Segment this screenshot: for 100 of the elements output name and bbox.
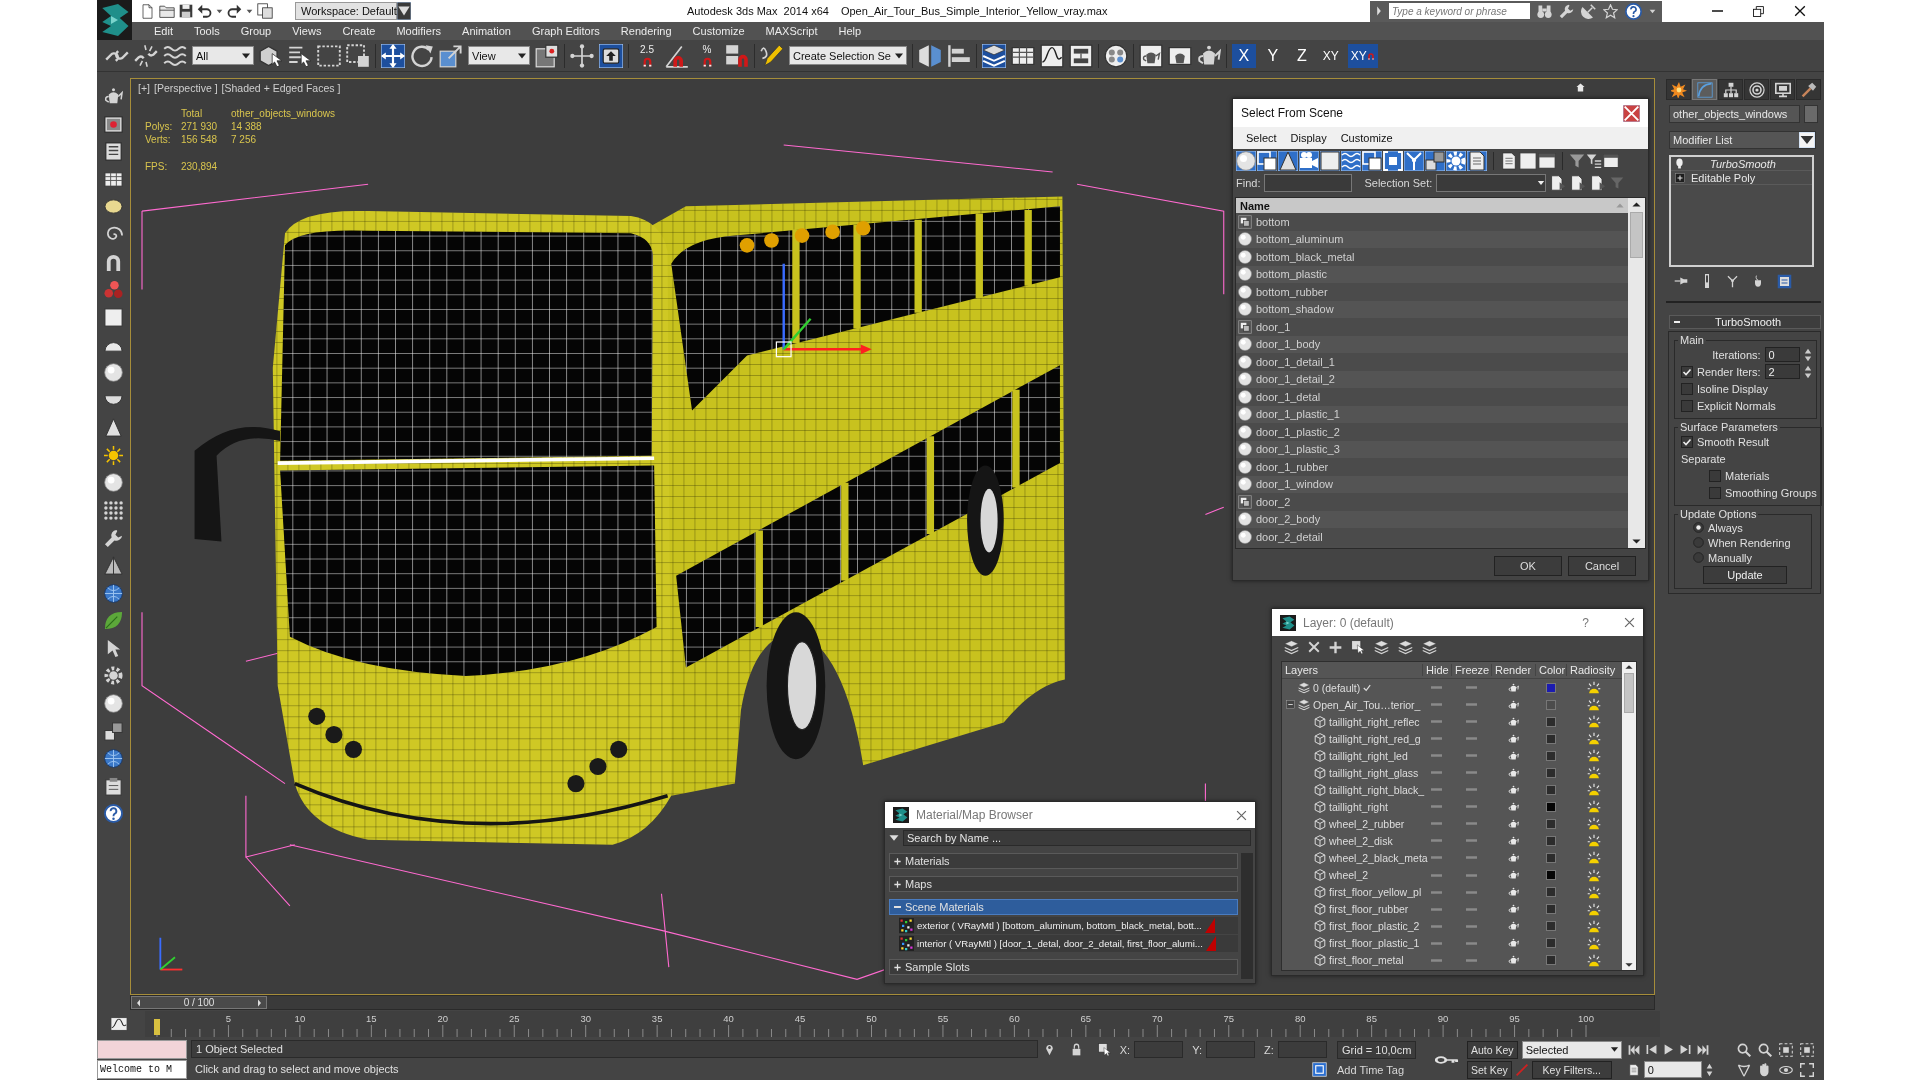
teapot-icon[interactable] xyxy=(1507,767,1519,778)
caret-icon[interactable] xyxy=(216,7,223,15)
teapot-icon[interactable] xyxy=(1507,921,1519,932)
scrollbar[interactable] xyxy=(1622,662,1636,970)
axis-constraint-button[interactable]: XY xyxy=(1318,43,1343,68)
menu-item[interactable]: MAXScript xyxy=(765,25,818,37)
checkbox[interactable] xyxy=(1681,399,1693,412)
down-arrow-icon[interactable] xyxy=(1625,962,1633,968)
star-icon[interactable] xyxy=(1603,3,1618,19)
teapot-icon[interactable] xyxy=(1507,818,1519,829)
stack-item[interactable]: Editable Poly xyxy=(1671,171,1812,185)
skip-start-icon[interactable] xyxy=(1627,1043,1640,1056)
menu-item[interactable]: Create xyxy=(342,25,376,37)
listener-output[interactable]: Welcome to M xyxy=(97,1060,187,1079)
key-icon[interactable] xyxy=(1435,1053,1459,1067)
menu-item[interactable]: Modifiers xyxy=(396,25,442,37)
globe-icon[interactable] xyxy=(104,583,123,603)
square-dot-icon[interactable] xyxy=(535,43,559,68)
folder-icon[interactable] xyxy=(159,3,175,19)
cube-stack-icon[interactable] xyxy=(104,721,123,741)
panel-tab[interactable] xyxy=(1666,79,1691,100)
up-arrow-icon[interactable] xyxy=(1625,664,1633,670)
funnel-icon[interactable] xyxy=(1569,152,1585,169)
scale-square-icon[interactable] xyxy=(439,43,463,68)
sun-lamp-icon[interactable] xyxy=(1587,800,1601,814)
fork-icon[interactable] xyxy=(1404,150,1424,171)
curve-graph-icon[interactable] xyxy=(109,1017,128,1031)
panel-tab[interactable] xyxy=(1796,79,1821,100)
object-name[interactable]: taillight_right_reflec xyxy=(1329,715,1420,728)
column-header[interactable]: Hide xyxy=(1422,664,1451,676)
undo-icon[interactable] xyxy=(197,3,212,19)
stack-item[interactable]: TurboSmooth xyxy=(1671,157,1812,171)
panel-bar-icon[interactable] xyxy=(1538,151,1556,170)
crosshair-icon[interactable] xyxy=(570,43,594,68)
material-item[interactable]: exterior ( VRayMtl ) [bottom_aluminum, bottom_black_metal, bott... xyxy=(899,917,1238,934)
color-swatch[interactable] xyxy=(1545,818,1556,829)
right-arrow-icon[interactable] xyxy=(1376,6,1382,16)
spinner-arrows-icon[interactable] xyxy=(1803,347,1812,362)
sun-lamp-icon[interactable] xyxy=(1587,698,1601,712)
cross-icon[interactable] xyxy=(1308,641,1320,653)
magnifier-icon[interactable] xyxy=(1736,1042,1751,1057)
teapot-icon[interactable] xyxy=(1507,887,1519,898)
spinner-arrows-icon[interactable] xyxy=(1705,1062,1713,1077)
color-swatch[interactable] xyxy=(1545,887,1556,898)
document-arrow-icon[interactable] xyxy=(1590,175,1607,191)
ellipse-icon[interactable] xyxy=(104,197,123,217)
cup-icon[interactable] xyxy=(1753,274,1763,288)
browser-group[interactable]: Scene Materials xyxy=(889,899,1238,915)
binoculars-icon[interactable] xyxy=(1537,3,1552,19)
color-swatch[interactable] xyxy=(1545,750,1556,761)
coordinate-field[interactable] xyxy=(1134,1041,1184,1058)
down-arrow-icon[interactable] xyxy=(1632,538,1641,545)
teapot-icon[interactable] xyxy=(1507,904,1519,915)
snap-toggle[interactable]: 2.5 xyxy=(634,43,660,68)
object-name[interactable]: taillight_right xyxy=(1329,800,1388,813)
sun-lamp-icon[interactable] xyxy=(1587,749,1601,763)
ok-button[interactable]: OK xyxy=(1494,556,1562,576)
dashed-rectangle-icon[interactable] xyxy=(317,43,341,68)
layers-icon[interactable] xyxy=(1374,639,1389,655)
color-swatch[interactable] xyxy=(1545,870,1556,881)
satellite-dish-icon[interactable] xyxy=(1581,3,1596,19)
coordinate-field[interactable] xyxy=(1277,1041,1327,1058)
teapot-window-icon[interactable] xyxy=(1138,43,1163,68)
pencil-icon[interactable] xyxy=(760,43,784,68)
menu-item[interactable]: Customize xyxy=(1340,132,1393,144)
wave-icon[interactable] xyxy=(163,43,187,68)
image-frame-icon[interactable] xyxy=(104,114,123,134)
sun-lamp-icon[interactable] xyxy=(1587,885,1601,899)
layers-icon[interactable] xyxy=(1284,639,1299,655)
teapot-icon[interactable] xyxy=(1507,801,1519,812)
modifier-list-dropdown[interactable]: Modifier List xyxy=(1669,131,1816,149)
browser-group[interactable]: Materials xyxy=(889,853,1238,869)
teapot-icon[interactable] xyxy=(1507,699,1519,710)
sun-lamp-icon[interactable] xyxy=(1587,953,1601,967)
plus-icon[interactable] xyxy=(1329,640,1342,654)
object-name[interactable]: first_floor_yellow_pl xyxy=(1329,886,1422,899)
cone-icon[interactable] xyxy=(104,418,123,438)
sun-icon[interactable] xyxy=(104,445,123,465)
object-name[interactable]: first_floor_plastic_2 xyxy=(1329,920,1420,933)
checkbox[interactable] xyxy=(1709,469,1721,482)
checkbox[interactable] xyxy=(1681,435,1693,448)
object-name[interactable]: wheel_2_black_meta xyxy=(1329,852,1428,864)
stacked-windows-icon[interactable] xyxy=(257,3,273,19)
table-grid-icon[interactable] xyxy=(104,169,123,189)
color-swatch[interactable] xyxy=(1545,699,1556,710)
list-panel-icon[interactable] xyxy=(104,142,123,162)
camera-icon[interactable] xyxy=(1299,150,1319,171)
fork-icon[interactable] xyxy=(1726,274,1739,288)
close-icon[interactable] xyxy=(1794,5,1806,17)
panel-tab[interactable] xyxy=(1770,79,1795,100)
teapot-icon[interactable] xyxy=(1507,870,1519,881)
material-item[interactable]: interior ( VRayMtl ) [door_1_detal, door_2_detail, first_floor_alumi... xyxy=(899,935,1238,952)
teapot-icon[interactable] xyxy=(1507,853,1519,863)
object-name[interactable]: first_floor_plastic_1 xyxy=(1329,937,1420,950)
column-header[interactable]: Color xyxy=(1535,664,1566,676)
document-arrow-icon[interactable] xyxy=(1570,175,1587,191)
sun-lamp-icon[interactable] xyxy=(1587,783,1601,797)
cancel-button[interactable]: Cancel xyxy=(1568,556,1636,576)
menu-item[interactable]: Customize xyxy=(692,25,745,37)
menu-item[interactable]: Graph Editors xyxy=(531,25,600,37)
